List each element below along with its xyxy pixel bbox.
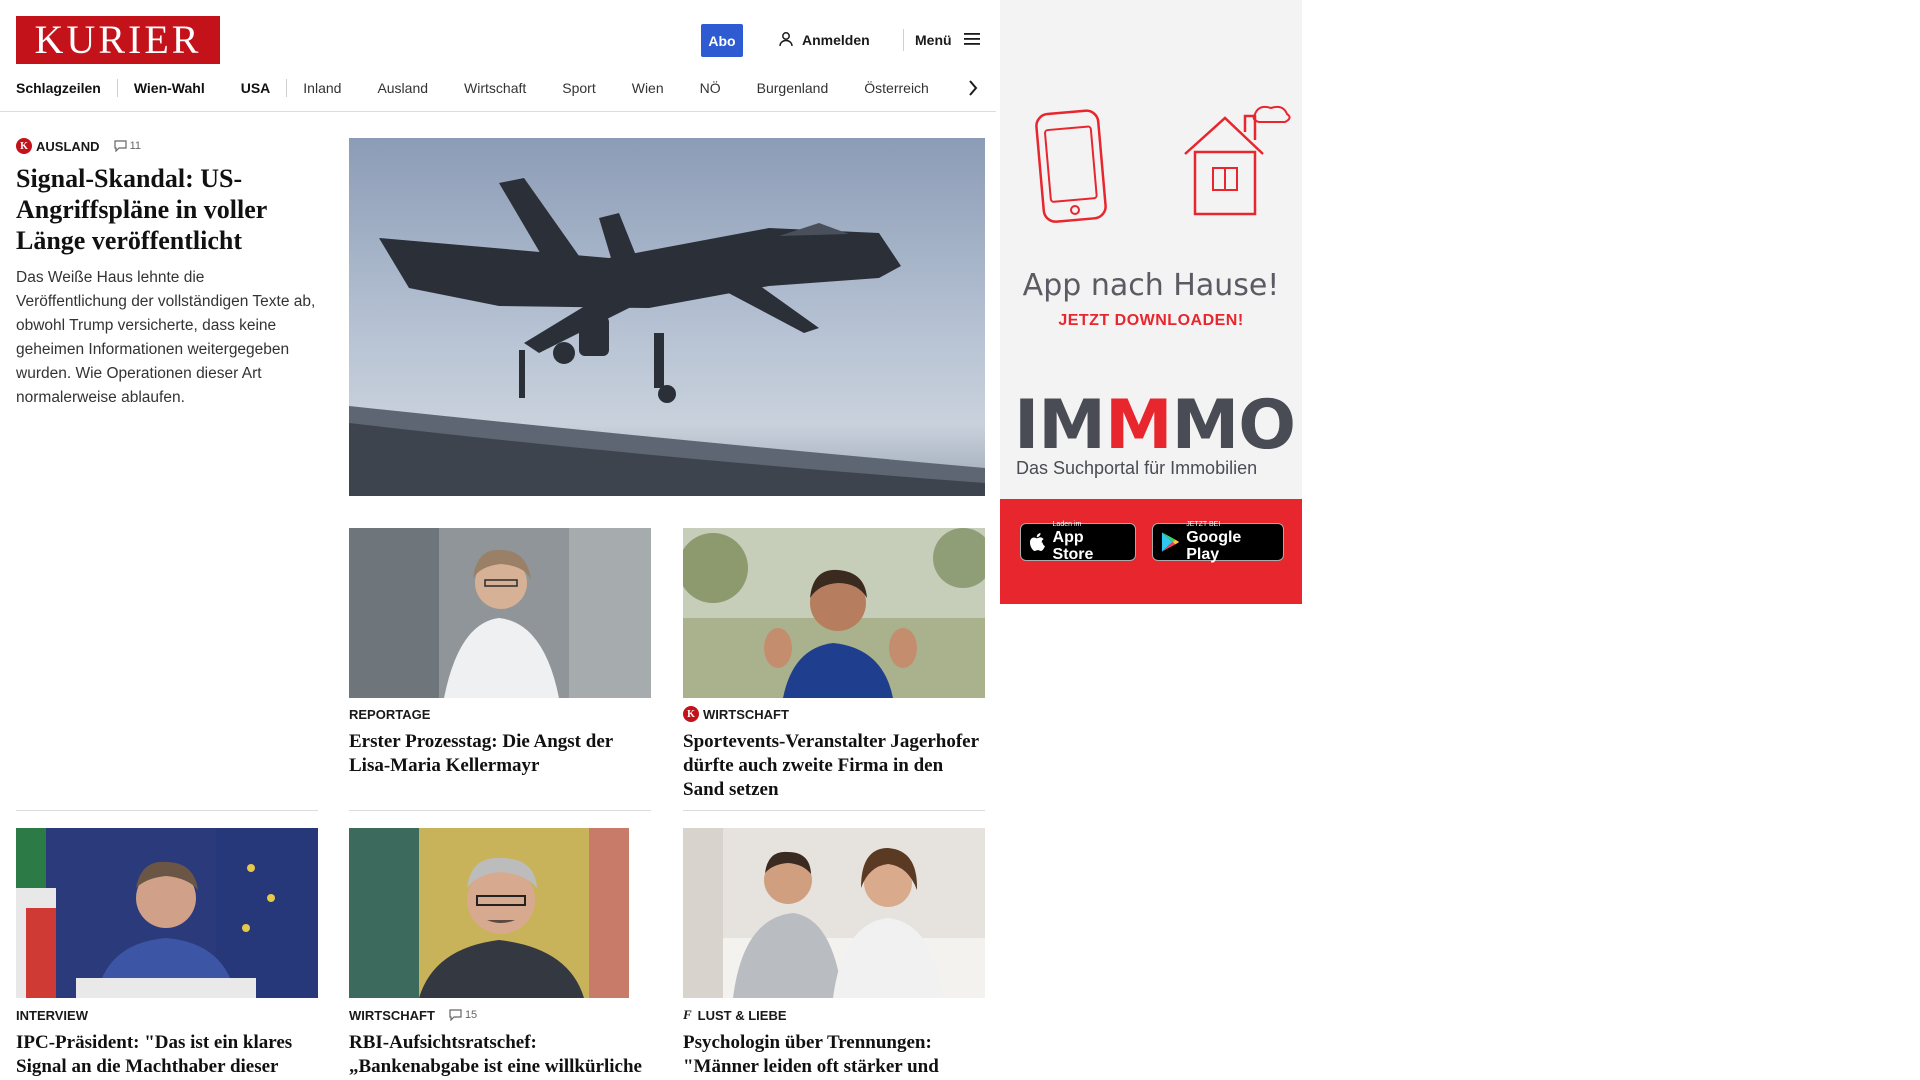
- teaser-image-rbi[interactable]: [349, 828, 651, 998]
- teaser-title[interactable]: Sportevents-Veranstalter Jagerhofer dürf…: [683, 730, 985, 802]
- login-label: Anmelden: [802, 32, 870, 48]
- teaser-jagerhofer[interactable]: K Wirtschaft Sportevents-Veranstalter Ja…: [683, 705, 985, 802]
- lead-description: Das Weiße Haus lehnte die Veröffentlichu…: [16, 269, 316, 406]
- hamburger-icon: [963, 32, 980, 49]
- comment-count[interactable]: 15: [449, 1009, 477, 1021]
- nav-item-ausland[interactable]: Ausland: [377, 76, 428, 100]
- row-divider: [349, 810, 651, 811]
- teaser-kicker: Wirtschaft 15: [349, 1006, 651, 1024]
- immmo-logo-accent: M: [1104, 386, 1173, 465]
- comment-count[interactable]: 11: [113, 140, 141, 152]
- teaser-kicker: Interview: [16, 1006, 318, 1024]
- teaser-image-kellermayr[interactable]: [349, 528, 651, 698]
- app-store-small: Laden im: [1052, 521, 1082, 528]
- app-store-text: Laden im App Store: [1053, 521, 1127, 563]
- nav-item-noe[interactable]: NÖ: [700, 76, 721, 100]
- kurier-logo[interactable]: KURIER: [16, 16, 220, 64]
- site-header: KURIER Abo Anmelden Menü Schlagzeilen Wi…: [0, 0, 996, 112]
- ad-subtitle: JETZT DOWNLOADEN!: [1058, 312, 1244, 329]
- nav-item-inland[interactable]: Inland: [303, 76, 341, 100]
- google-play-small: JETZT BEI: [1186, 521, 1221, 528]
- teaser-kicker: K Wirtschaft: [683, 705, 985, 723]
- lead-title[interactable]: Signal-Skandal: US-Angriffspläne in voll…: [16, 163, 316, 256]
- lead-image-fighter-jet[interactable]: [349, 138, 985, 496]
- smartphone-icon: [1035, 109, 1107, 223]
- teaser-kellermayr[interactable]: Reportage Erster Prozesstag: Die Angst d…: [349, 705, 651, 778]
- teaser-kicker: Reportage: [349, 705, 651, 723]
- teaser-kicker: f Lust & Liebe: [683, 1006, 985, 1024]
- nav-item-schlagzeilen[interactable]: Schlagzeilen: [16, 76, 101, 100]
- teaser-image-jagerhofer[interactable]: [683, 528, 985, 698]
- teaser-kicker-label: Reportage: [349, 706, 431, 722]
- lust-liebe-icon: f: [683, 1007, 692, 1022]
- ad-title: App nach Hause!: [1022, 268, 1280, 303]
- lead-kicker: K Ausland 11: [16, 137, 316, 155]
- row-divider: [16, 810, 318, 811]
- teaser-image-ipc[interactable]: [16, 828, 318, 998]
- immmo-logo-part: MO: [1171, 386, 1296, 465]
- apple-icon: [1029, 532, 1045, 551]
- section-nav: Schlagzeilen Wien-Wahl USA Inland Auslan…: [16, 76, 982, 100]
- nav-item-usa[interactable]: USA: [241, 76, 271, 100]
- comment-icon: [449, 1009, 462, 1021]
- google-play-big: Google Play: [1186, 529, 1242, 563]
- teaser-kicker-label: Wirtschaft: [349, 1007, 435, 1023]
- teaser-title[interactable]: IPC-Präsident: "Das ist ein klares Signa…: [16, 1031, 318, 1080]
- kurier-plus-badge-icon: K: [16, 138, 32, 154]
- menu-button[interactable]: Menü: [915, 30, 980, 50]
- chevron-right-icon[interactable]: [963, 76, 983, 100]
- login-button[interactable]: Anmelden: [778, 30, 870, 50]
- header-divider: [903, 29, 904, 51]
- teaser-title[interactable]: RBI-Aufsichtsratschef: „Bankenabgabe ist…: [349, 1031, 651, 1080]
- google-play-text: JETZT BEI Google Play: [1186, 521, 1275, 563]
- app-store-button[interactable]: Laden im App Store: [1020, 521, 1136, 563]
- nav-divider: [116, 79, 118, 97]
- kurier-plus-badge-icon: K: [683, 706, 699, 722]
- nav-item-oesterreich[interactable]: Österreich: [864, 76, 929, 100]
- teaser-title[interactable]: Erster Prozesstag: Die Angst der Lisa-Ma…: [349, 730, 651, 778]
- lead-article[interactable]: K Ausland 11 Signal-Skandal: US-Angriffs…: [16, 137, 316, 410]
- house-icon: [1184, 105, 1291, 216]
- nav-item-burgenland[interactable]: Burgenland: [757, 76, 829, 100]
- row-divider: [683, 810, 985, 811]
- abo-button[interactable]: Abo: [701, 24, 743, 57]
- immmo-logo: IMMMO: [1014, 392, 1296, 460]
- menu-label: Menü: [915, 32, 952, 48]
- page: KURIER Abo Anmelden Menü Schlagzeilen Wi…: [0, 0, 1920, 1080]
- lead-kicker-label: Ausland: [36, 138, 100, 154]
- comment-icon: [113, 140, 127, 152]
- app-store-big: App Store: [1052, 529, 1094, 563]
- teaser-image-trennung[interactable]: [683, 828, 985, 998]
- app-advertisement[interactable]: App nach Hause! JETZT DOWNLOADEN! IMMMO …: [1000, 0, 1302, 604]
- user-icon: [778, 31, 794, 50]
- comment-count-value: 15: [464, 1009, 478, 1021]
- google-play-button[interactable]: JETZT BEI Google Play: [1152, 521, 1284, 563]
- immmo-logo-part: IM: [1014, 386, 1106, 465]
- teaser-kicker-label: Wirtschaft: [703, 706, 789, 722]
- teaser-trennung[interactable]: f Lust & Liebe Psychologin über Trennung…: [683, 1006, 985, 1080]
- nav-divider: [286, 79, 288, 97]
- teaser-rbi[interactable]: Wirtschaft 15 RBI-Aufsichtsratschef: „Ba…: [349, 1006, 651, 1080]
- google-play-icon: [1161, 532, 1180, 552]
- nav-item-wien[interactable]: Wien: [632, 76, 664, 100]
- teaser-kicker-label: Interview: [16, 1007, 88, 1023]
- teaser-ipc[interactable]: Interview IPC-Präsident: "Das ist ein kl…: [16, 1006, 318, 1080]
- nav-item-wirtschaft[interactable]: Wirtschaft: [464, 76, 526, 100]
- teaser-title[interactable]: Psychologin über Trennungen: "Männer lei…: [683, 1031, 985, 1080]
- nav-item-sport[interactable]: Sport: [562, 76, 595, 100]
- immmo-tagline: Das Suchportal für Immobilien: [1016, 458, 1258, 478]
- nav-item-wien-wahl[interactable]: Wien-Wahl: [134, 76, 205, 100]
- teaser-kicker-label: Lust & Liebe: [697, 1007, 787, 1023]
- comment-count-value: 11: [129, 140, 141, 152]
